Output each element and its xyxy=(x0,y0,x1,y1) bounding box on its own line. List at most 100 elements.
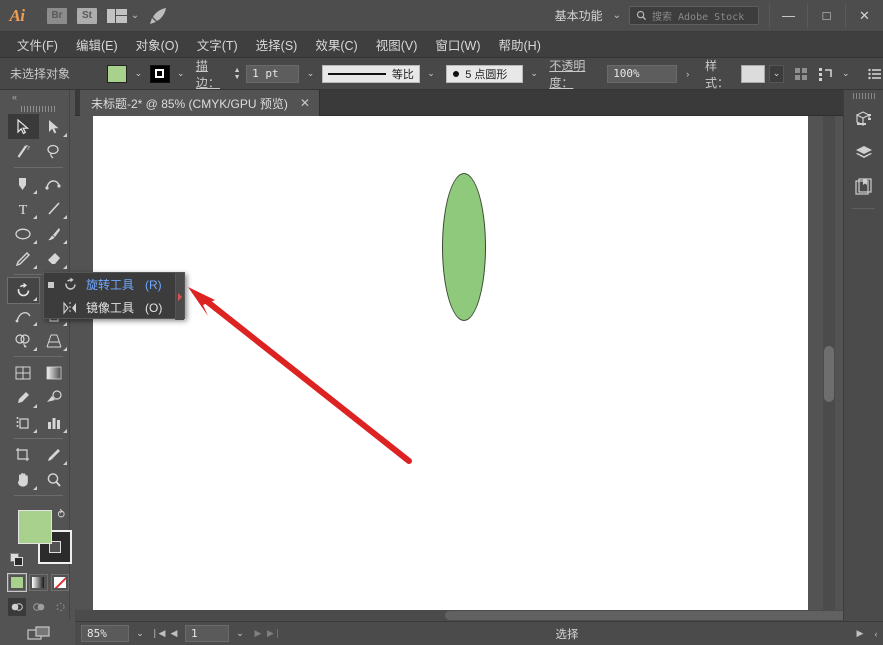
stroke-profile-chevron-down-icon[interactable]: ⌄ xyxy=(424,65,438,83)
workspace-switcher[interactable]: 基本功能 xyxy=(549,7,609,24)
brush-definition-select[interactable]: 5 点圆形 xyxy=(446,65,523,83)
opacity-input[interactable]: 100% xyxy=(607,65,676,83)
vertical-scrollbar-thumb[interactable] xyxy=(824,346,834,402)
search-input[interactable]: 搜索 Adobe Stock xyxy=(652,8,744,23)
fill-color-box[interactable] xyxy=(18,510,52,544)
magic-wand-tool[interactable] xyxy=(8,139,39,164)
toolbar-grip[interactable] xyxy=(8,103,69,114)
stroke-chevron-down-icon[interactable]: ⌄ xyxy=(174,65,188,83)
transform-icon[interactable] xyxy=(818,65,834,83)
color-mode-button[interactable] xyxy=(8,574,26,591)
menu-select[interactable]: 选择(S) xyxy=(247,32,307,57)
ellipse-tool[interactable] xyxy=(8,221,39,246)
tearoff-arrow-icon[interactable] xyxy=(175,273,184,320)
draw-normal-mode-icon[interactable] xyxy=(8,598,26,616)
flyout-item-reflect-tool[interactable]: 镜像工具 (O) xyxy=(44,296,184,319)
opacity-flyout-arrow-icon[interactable]: › xyxy=(681,65,695,83)
previous-artboard-button[interactable]: ◀ xyxy=(167,628,181,639)
gradient-tool[interactable] xyxy=(39,360,70,385)
blend-tool[interactable] xyxy=(39,385,70,410)
fill-chevron-down-icon[interactable]: ⌄ xyxy=(131,65,145,83)
properties-panel-button[interactable] xyxy=(844,102,883,136)
transform-chevron-down-icon[interactable]: ⌄ xyxy=(839,65,853,83)
bridge-icon[interactable]: Br xyxy=(42,0,72,32)
menu-help[interactable]: 帮助(H) xyxy=(490,32,550,57)
menu-edit[interactable]: 编辑(E) xyxy=(67,32,127,57)
rocket-icon[interactable] xyxy=(144,0,174,32)
gradient-mode-button[interactable] xyxy=(29,574,47,591)
menu-type[interactable]: 文字(T) xyxy=(188,32,247,57)
menu-view[interactable]: 视图(V) xyxy=(367,32,427,57)
stock-icon[interactable]: St xyxy=(72,0,102,32)
zoom-tool[interactable] xyxy=(39,467,70,492)
symbol-sprayer-tool[interactable] xyxy=(8,410,39,435)
line-segment-tool[interactable] xyxy=(39,196,70,221)
zoom-chevron-down-icon[interactable]: ⌄ xyxy=(131,628,149,639)
horizontal-scrollbar[interactable] xyxy=(75,610,883,621)
options-menu-icon[interactable] xyxy=(867,65,883,83)
horizontal-scrollbar-thumb[interactable] xyxy=(445,611,855,620)
fill-color-swatch[interactable] xyxy=(107,65,127,83)
last-artboard-button[interactable]: ▶❘ xyxy=(267,628,281,639)
align-icon[interactable] xyxy=(794,65,810,83)
status-play-icon[interactable]: ▶ xyxy=(853,628,867,639)
stroke-weight-stepper[interactable]: ▲▼ xyxy=(232,65,242,83)
menu-effect[interactable]: 效果(C) xyxy=(306,32,366,57)
style-chevron-down-icon[interactable]: ⌄ xyxy=(769,65,784,83)
status-menu-icon[interactable]: ‹ xyxy=(869,629,883,639)
draw-behind-mode-icon[interactable] xyxy=(30,598,48,616)
menu-file[interactable]: 文件(F) xyxy=(8,32,67,57)
stroke-color-swatch[interactable] xyxy=(150,65,170,83)
canvas-area[interactable] xyxy=(75,116,883,621)
rotate-tool-flyout-menu[interactable]: 旋转工具 (R) 镜像工具 (O) xyxy=(43,272,185,319)
paintbrush-tool[interactable] xyxy=(39,221,70,246)
zoom-level-input[interactable]: 85% xyxy=(81,625,129,642)
column-graph-tool[interactable] xyxy=(39,410,70,435)
menu-object[interactable]: 对象(O) xyxy=(127,32,188,57)
swap-fill-stroke-icon[interactable]: ⥁ xyxy=(57,508,65,521)
shape-builder-tool[interactable] xyxy=(8,328,39,353)
stroke-weight-chevron-down-icon[interactable]: ⌄ xyxy=(303,65,317,83)
slice-tool[interactable] xyxy=(39,442,70,467)
artboard[interactable] xyxy=(93,116,808,624)
none-mode-button[interactable] xyxy=(51,574,69,591)
type-tool[interactable]: T xyxy=(8,196,39,221)
artboard-chevron-down-icon[interactable]: ⌄ xyxy=(231,628,249,639)
vertical-scrollbar[interactable] xyxy=(823,116,835,621)
menu-window[interactable]: 窗口(W) xyxy=(426,32,489,57)
brush-chevron-down-icon[interactable]: ⌄ xyxy=(527,65,541,83)
collapse-panel-icon[interactable]: « xyxy=(8,90,69,103)
workspace-chevron-down-icon[interactable]: ⌄ xyxy=(613,10,621,21)
selection-tool[interactable] xyxy=(8,114,39,139)
first-artboard-button[interactable]: ❘◀ xyxy=(151,628,165,639)
arrange-documents-icon[interactable]: ⌄ xyxy=(102,0,144,32)
minimize-button[interactable]: — xyxy=(769,4,807,28)
artboard-number-input[interactable]: 1 xyxy=(185,625,229,642)
lasso-tool[interactable] xyxy=(39,139,70,164)
direct-selection-tool[interactable] xyxy=(39,114,70,139)
opacity-label[interactable]: 不透明度： xyxy=(549,57,603,91)
graphic-style-swatch[interactable] xyxy=(741,65,765,83)
document-tab[interactable]: 未标题-2* @ 85% (CMYK/GPU 预览) ✕ xyxy=(80,90,320,116)
next-artboard-button[interactable]: ▶ xyxy=(251,628,265,639)
stroke-weight-input[interactable]: 1 pt xyxy=(246,65,299,83)
layers-panel-button[interactable] xyxy=(844,136,883,170)
dock-grip[interactable] xyxy=(844,90,883,102)
close-icon[interactable]: ✕ xyxy=(300,96,310,110)
maximize-button[interactable]: □ xyxy=(807,4,845,28)
width-tool[interactable] xyxy=(8,303,39,328)
artboard-tool[interactable] xyxy=(8,442,39,467)
pen-tool[interactable] xyxy=(8,171,39,196)
mesh-tool[interactable] xyxy=(8,360,39,385)
shaper-tool[interactable] xyxy=(8,246,39,271)
green-ellipse[interactable] xyxy=(442,173,486,321)
flyout-item-rotate-tool[interactable]: 旋转工具 (R) xyxy=(44,273,184,296)
libraries-panel-button[interactable] xyxy=(844,170,883,204)
default-fill-stroke-icon[interactable] xyxy=(10,553,23,566)
stroke-profile-select[interactable]: 等比 xyxy=(322,65,420,83)
stock-search-box[interactable]: 搜索 Adobe Stock xyxy=(629,6,759,25)
perspective-grid-tool[interactable] xyxy=(39,328,70,353)
eyedropper-tool[interactable] xyxy=(8,385,39,410)
curvature-tool[interactable] xyxy=(39,171,70,196)
stroke-weight-label[interactable]: 描边： xyxy=(196,57,228,91)
